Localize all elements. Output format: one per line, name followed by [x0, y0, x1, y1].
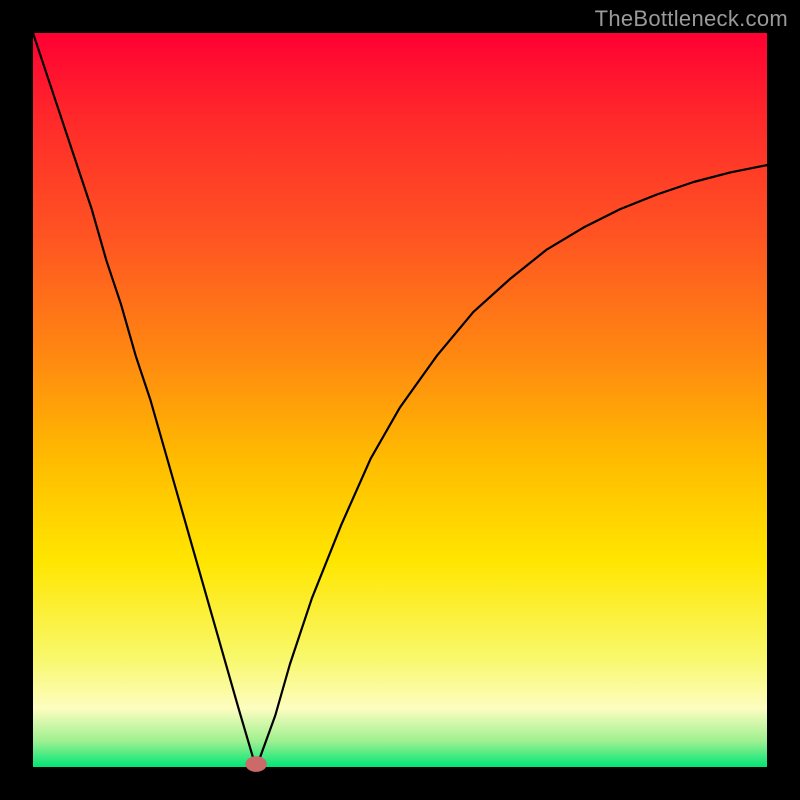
chart-svg	[33, 33, 767, 767]
chart-plot-area	[33, 33, 767, 767]
chart-frame: TheBottleneck.com	[0, 0, 800, 800]
min-marker	[246, 757, 267, 772]
curve-line	[33, 33, 767, 764]
watermark-text: TheBottleneck.com	[595, 6, 788, 32]
